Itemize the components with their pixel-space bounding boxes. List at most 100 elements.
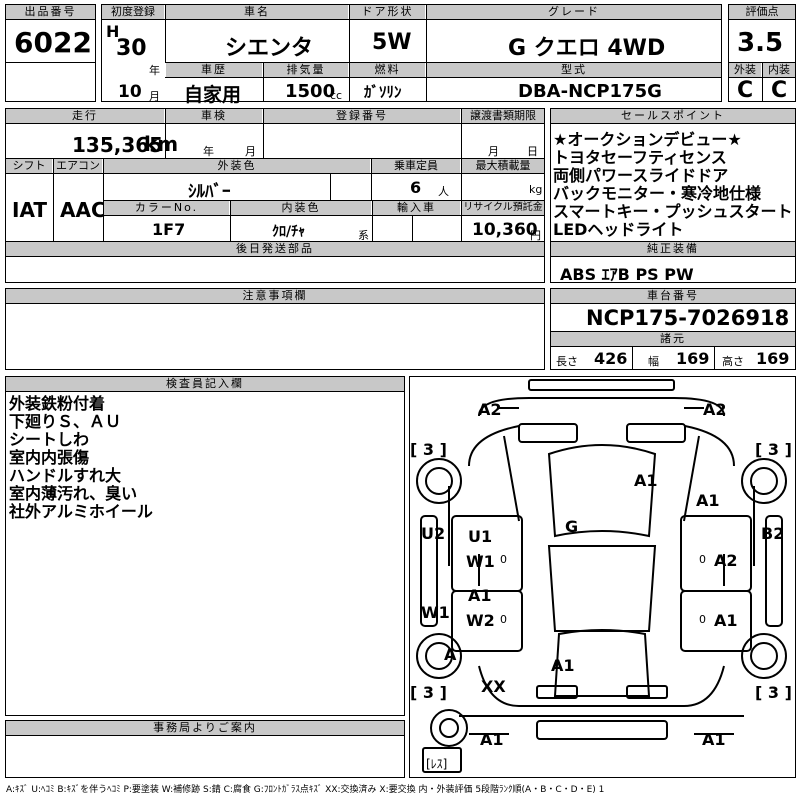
ac-label: エアコン: [54, 159, 102, 173]
sales-item: ★オークションデビュー★: [553, 130, 742, 149]
length-label: 長さ: [556, 355, 578, 368]
car-outline: [416, 379, 787, 773]
load-unit: kg: [529, 183, 543, 196]
damage-mark: A1: [468, 586, 492, 605]
damage-mark: W2: [466, 611, 495, 630]
exterior-label: 外装: [729, 63, 761, 77]
notes-label: 注意事項欄: [6, 289, 544, 303]
zero-mark: 0: [699, 613, 706, 626]
damage-mark: A1: [696, 491, 720, 510]
damage-mark: A: [444, 645, 457, 664]
score: 3.5: [737, 28, 784, 58]
seats-unit: 人: [438, 185, 449, 198]
damage-mark: [ 3 ]: [755, 683, 792, 702]
chassis-number: NCP175-7026918: [586, 306, 790, 330]
damage-mark: A1: [480, 730, 504, 749]
sales-item: 両側パワースライドドア: [553, 166, 729, 185]
zero-mark: 0: [500, 553, 507, 566]
inspector-item: 室内薄汚れ、臭い: [9, 484, 138, 503]
shift-label: シフト: [6, 159, 52, 173]
inspector-item: 室内内張傷: [9, 448, 90, 467]
color: ｼﾙﾊﾞｰ: [188, 182, 231, 202]
exterior-grade: C: [737, 78, 754, 103]
load-label: 最大積載量: [462, 159, 544, 173]
month-number: 10: [118, 82, 142, 102]
dims-label: 諸元: [551, 332, 795, 346]
shift: IAT: [12, 198, 48, 222]
damage-mark: [ 3 ]: [410, 440, 447, 459]
inspector-item: 外装鉄粉付着: [9, 394, 106, 413]
damage-mark: U1: [468, 527, 493, 546]
month-unit: 月: [149, 90, 160, 103]
damage-mark: A2: [714, 551, 738, 570]
history: 自家用: [184, 84, 242, 106]
damage-mark: W1: [466, 552, 495, 571]
year-number: 30: [116, 36, 147, 61]
interior-color-label: 内装色: [231, 201, 371, 215]
fuel-label: 燃料: [350, 63, 425, 77]
no-spare-mark: [ﾚｽ]: [426, 757, 448, 771]
inspection-label: 車検: [166, 109, 262, 123]
width-label: 幅: [648, 355, 659, 368]
damage-mark: XX: [481, 677, 506, 696]
interior-grade: C: [771, 78, 788, 103]
recycle: 10,360: [472, 220, 538, 240]
office-label: 事務局よりご案内: [6, 721, 404, 735]
colorno-label: カラーNo.: [104, 201, 229, 215]
damage-mark: [ 3 ]: [755, 440, 792, 459]
sales-label: セールスポイント: [551, 109, 795, 123]
damage-mark: A1: [634, 471, 658, 490]
transfer-day-unit: 日: [527, 145, 538, 158]
zero-mark: 0: [500, 613, 507, 626]
sales-item: バックモニター・寒冷地仕様: [553, 184, 762, 203]
lot-number: 6022: [14, 26, 92, 59]
grade: G クエロ 4WD: [508, 36, 666, 61]
sales-item: LEDヘッドライト: [553, 220, 684, 239]
inspector-item: 下廻りＳ、ＡＵ: [9, 412, 122, 431]
regno-label: 登録番号: [264, 109, 460, 123]
damage-mark: G: [565, 517, 579, 536]
width: 169: [676, 349, 710, 368]
door-label: ドア形状: [350, 5, 425, 19]
zero-mark: 0: [699, 553, 706, 566]
inspector-list: 外装鉄粉付着 下廻りＳ、ＡＵ シートしわ 室内内張傷 ハンドルすれ大 室内薄汚れ…: [9, 395, 153, 521]
inspector-item: シートしわ: [9, 430, 90, 449]
transfer-label: 譲渡書類期限: [462, 109, 544, 123]
transfer-month-unit: 月: [488, 145, 499, 158]
score-label: 評価点: [729, 5, 795, 19]
equipment: ABS ｴｱB PS PW: [560, 265, 694, 284]
chassis-label: 車台番号: [551, 289, 795, 303]
recycle-label: リサイクル預託金: [462, 201, 544, 215]
equipment-label: 純正装備: [551, 242, 795, 256]
car-name: シエンタ: [225, 36, 314, 61]
damage-mark: [ 3 ]: [410, 683, 447, 702]
interior-label: 内装: [763, 63, 795, 77]
mileage-unit: km: [144, 132, 179, 156]
sales-item: スマートキー・プッシュスタート: [553, 202, 793, 221]
grade-label: グレード: [427, 5, 721, 19]
colorno: 1F7: [152, 220, 186, 239]
legend: A:ｷｽﾞ U:ﾍｺﾐ B:ｷｽﾞを伴うﾍｺﾐ P:要塗装 W:補修跡 S:錆 …: [6, 785, 605, 795]
color-label: 外装色: [104, 159, 370, 173]
seats: 6: [410, 178, 422, 197]
door-type: 5W: [372, 30, 412, 55]
length: 426: [594, 349, 628, 368]
car-name-label: 車名: [166, 5, 348, 19]
sales-list: ★オークションデビュー★ トヨタセーフティセンス 両側パワースライドドア バック…: [553, 131, 793, 239]
fuel: ｶﾞｿﾘﾝ: [364, 83, 402, 101]
inspector-label: 検査員記入欄: [6, 377, 404, 391]
year-unit: 年: [149, 64, 160, 77]
displacement: 1500: [285, 81, 336, 102]
damage-mark: A1: [551, 656, 575, 675]
inspector-item: 社外アルミホイール: [9, 502, 153, 521]
displacement-unit: cc: [330, 89, 343, 102]
damage-mark: A2: [703, 400, 727, 419]
displacement-label: 排気量: [264, 63, 348, 77]
import-label: 輸入車: [373, 201, 460, 215]
first-reg-label: 初度登録: [102, 5, 164, 19]
lot-label: 出品番号: [6, 5, 95, 19]
ac: AAC: [60, 198, 106, 222]
damage-mark: A2: [478, 400, 502, 419]
insp-year-unit: 年: [203, 145, 214, 158]
history-label: 車歴: [166, 63, 262, 77]
